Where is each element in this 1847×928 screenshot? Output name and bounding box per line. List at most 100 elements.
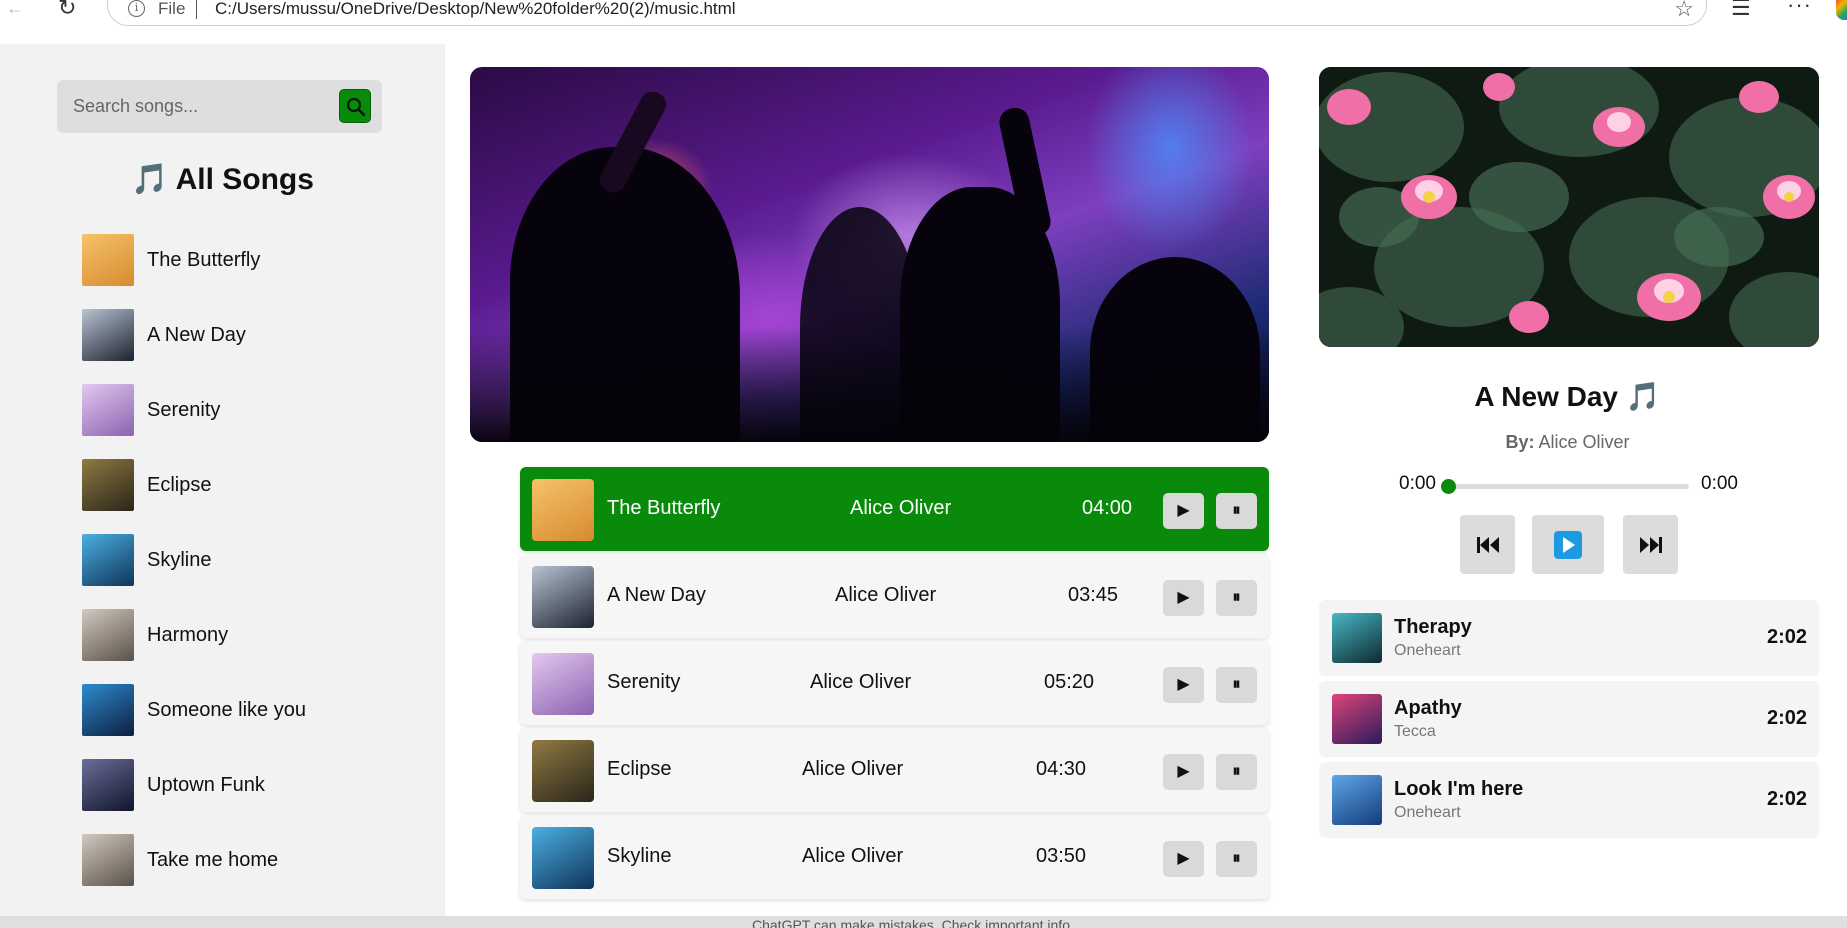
song-duration: 03:50 — [1036, 845, 1087, 867]
browser-toolbar: ← ↻ i File C:/Users/mussu/OneDrive/Deskt… — [0, 0, 1847, 33]
playlist-row[interactable]: The Butterfly Alice Oliver 04:00 ▶ ⏸ — [520, 467, 1269, 551]
row-play-button[interactable]: ▶ — [1163, 667, 1204, 703]
favorite-star-icon[interactable]: ☆ — [1674, 0, 1694, 22]
play-icon: ▶ — [1177, 589, 1190, 606]
playlist-row[interactable]: A New Day Alice Oliver 03:45 ▶ ⏸ — [520, 554, 1269, 638]
search-button[interactable] — [339, 89, 371, 123]
info-icon[interactable]: i — [128, 0, 145, 17]
recommended-artist: Tecca — [1394, 723, 1436, 740]
all-songs-heading: 🎵 All Songs — [131, 163, 314, 196]
play-button[interactable] — [1532, 515, 1604, 574]
recommended-duration: 2:02 — [1766, 788, 1807, 810]
sidebar-song-item[interactable]: Harmony — [82, 609, 228, 661]
bottom-notice-bar: ChatGPT can make mistakes. Check importa… — [0, 916, 1847, 928]
now-playing-panel: A New Day 🎵 By: Alice Oliver 0:00 0:00 T… — [1295, 44, 1840, 916]
sidebar-song-item[interactable]: Eclipse — [82, 459, 211, 511]
row-pause-button[interactable]: ⏸ — [1216, 580, 1257, 616]
sidebar-song-label: A New Day — [147, 323, 246, 346]
total-time: 0:00 — [1701, 473, 1738, 494]
song-thumbnail — [1332, 613, 1382, 663]
next-button[interactable] — [1623, 515, 1678, 574]
song-thumbnail — [1332, 694, 1382, 744]
playlist-row[interactable]: Serenity Alice Oliver 05:20 ▶ ⏸ — [520, 641, 1269, 725]
song-thumbnail — [82, 534, 134, 586]
url-text[interactable]: C:/Users/mussu/OneDrive/Desktop/New%20fo… — [215, 0, 736, 19]
recommended-artist: Oneheart — [1394, 642, 1461, 659]
row-pause-button[interactable]: ⏸ — [1216, 841, 1257, 877]
song-title: Serenity — [607, 671, 681, 693]
file-label: File — [158, 0, 186, 18]
recommended-item[interactable]: Therapy Oneheart 2:02 — [1319, 600, 1819, 676]
song-title: A New Day — [607, 584, 706, 606]
row-pause-button[interactable]: ⏸ — [1216, 754, 1257, 790]
bottom-notice-text: ChatGPT can make mistakes. Check importa… — [752, 917, 1074, 928]
song-thumbnail — [532, 740, 594, 802]
favorites-list-icon[interactable]: ☰ — [1731, 0, 1751, 21]
progress-knob[interactable] — [1441, 479, 1456, 494]
back-arrow-icon[interactable]: ← — [6, 0, 24, 19]
play-icon: ▶ — [1177, 763, 1190, 780]
play-icon: ▶ — [1177, 502, 1190, 519]
search-box — [57, 80, 382, 133]
song-thumbnail — [82, 384, 134, 436]
song-thumbnail — [82, 309, 134, 361]
now-playing-artist-line: By: Alice Oliver — [1295, 432, 1840, 453]
address-separator — [196, 0, 197, 19]
row-play-button[interactable]: ▶ — [1163, 580, 1204, 616]
reload-icon[interactable]: ↻ — [58, 0, 76, 21]
sidebar-song-label: Eclipse — [147, 473, 212, 496]
row-play-button[interactable]: ▶ — [1163, 493, 1204, 529]
recommended-artist: Oneheart — [1394, 804, 1461, 821]
sidebar-song-label: Uptown Funk — [147, 773, 265, 796]
recommended-title: Look I'm here — [1394, 778, 1524, 800]
row-play-button[interactable]: ▶ — [1163, 754, 1204, 790]
song-sidebar: 🎵 All Songs The Butterfly A New Day Sereni… — [0, 44, 445, 916]
row-pause-button[interactable]: ⏸ — [1216, 667, 1257, 703]
recommended-duration: 2:02 — [1766, 626, 1807, 648]
sidebar-song-label: Take me home — [147, 848, 279, 871]
sidebar-song-item[interactable]: Someone like you — [82, 684, 306, 736]
copilot-icon[interactable] — [1836, 0, 1847, 20]
song-thumbnail — [532, 827, 594, 889]
play-icon: ▶ — [1177, 850, 1190, 867]
address-bar[interactable]: i File C:/Users/mussu/OneDrive/Desktop/N… — [107, 0, 1707, 26]
previous-button[interactable] — [1460, 515, 1515, 574]
current-time: 0:00 — [1399, 473, 1436, 494]
song-duration: 04:30 — [1036, 758, 1087, 780]
pause-icon: ⏸ — [1232, 850, 1241, 867]
song-artist: Alice Oliver — [850, 497, 952, 519]
sidebar-song-item[interactable]: Uptown Funk — [82, 759, 265, 811]
song-thumbnail — [532, 479, 594, 541]
recommended-item[interactable]: Look I'm here Oneheart 2:02 — [1319, 762, 1819, 838]
recommended-title: Therapy — [1394, 616, 1472, 638]
skip-next-icon — [1639, 536, 1662, 553]
song-artist: Alice Oliver — [802, 758, 904, 780]
row-pause-button[interactable]: ⏸ — [1216, 493, 1257, 529]
search-input[interactable] — [73, 93, 333, 119]
row-play-button[interactable]: ▶ — [1163, 841, 1204, 877]
now-playing-artist: Alice Oliver — [1538, 432, 1630, 452]
sidebar-song-item[interactable]: Take me home — [82, 834, 278, 886]
recommended-duration: 2:02 — [1766, 707, 1807, 729]
now-playing-title: A New Day 🎵 — [1474, 381, 1661, 412]
progress-slider[interactable] — [1441, 479, 1689, 494]
sidebar-song-label: Harmony — [147, 623, 229, 646]
playlist-row[interactable]: Eclipse Alice Oliver 04:30 ▶ ⏸ — [520, 728, 1269, 812]
song-title: Eclipse — [607, 758, 672, 780]
song-thumbnail — [82, 684, 134, 736]
song-thumbnail — [532, 653, 594, 715]
playlist-row[interactable]: Skyline Alice Oliver 03:50 ▶ ⏸ — [520, 815, 1269, 899]
pause-icon: ⏸ — [1232, 589, 1241, 606]
song-thumbnail — [82, 759, 134, 811]
sidebar-song-item[interactable]: A New Day — [82, 309, 246, 361]
song-title: The Butterfly — [607, 497, 721, 519]
more-options-icon[interactable]: ··· — [1787, 0, 1812, 18]
hero-banner-image — [470, 67, 1269, 442]
search-icon — [346, 97, 366, 117]
sidebar-song-item[interactable]: The Butterfly — [82, 234, 260, 286]
pause-icon: ⏸ — [1232, 676, 1241, 693]
sidebar-song-item[interactable]: Skyline — [82, 534, 211, 586]
recommended-item[interactable]: Apathy Tecca 2:02 — [1319, 681, 1819, 757]
sidebar-song-item[interactable]: Serenity — [82, 384, 220, 436]
song-artist: Alice Oliver — [802, 845, 904, 867]
